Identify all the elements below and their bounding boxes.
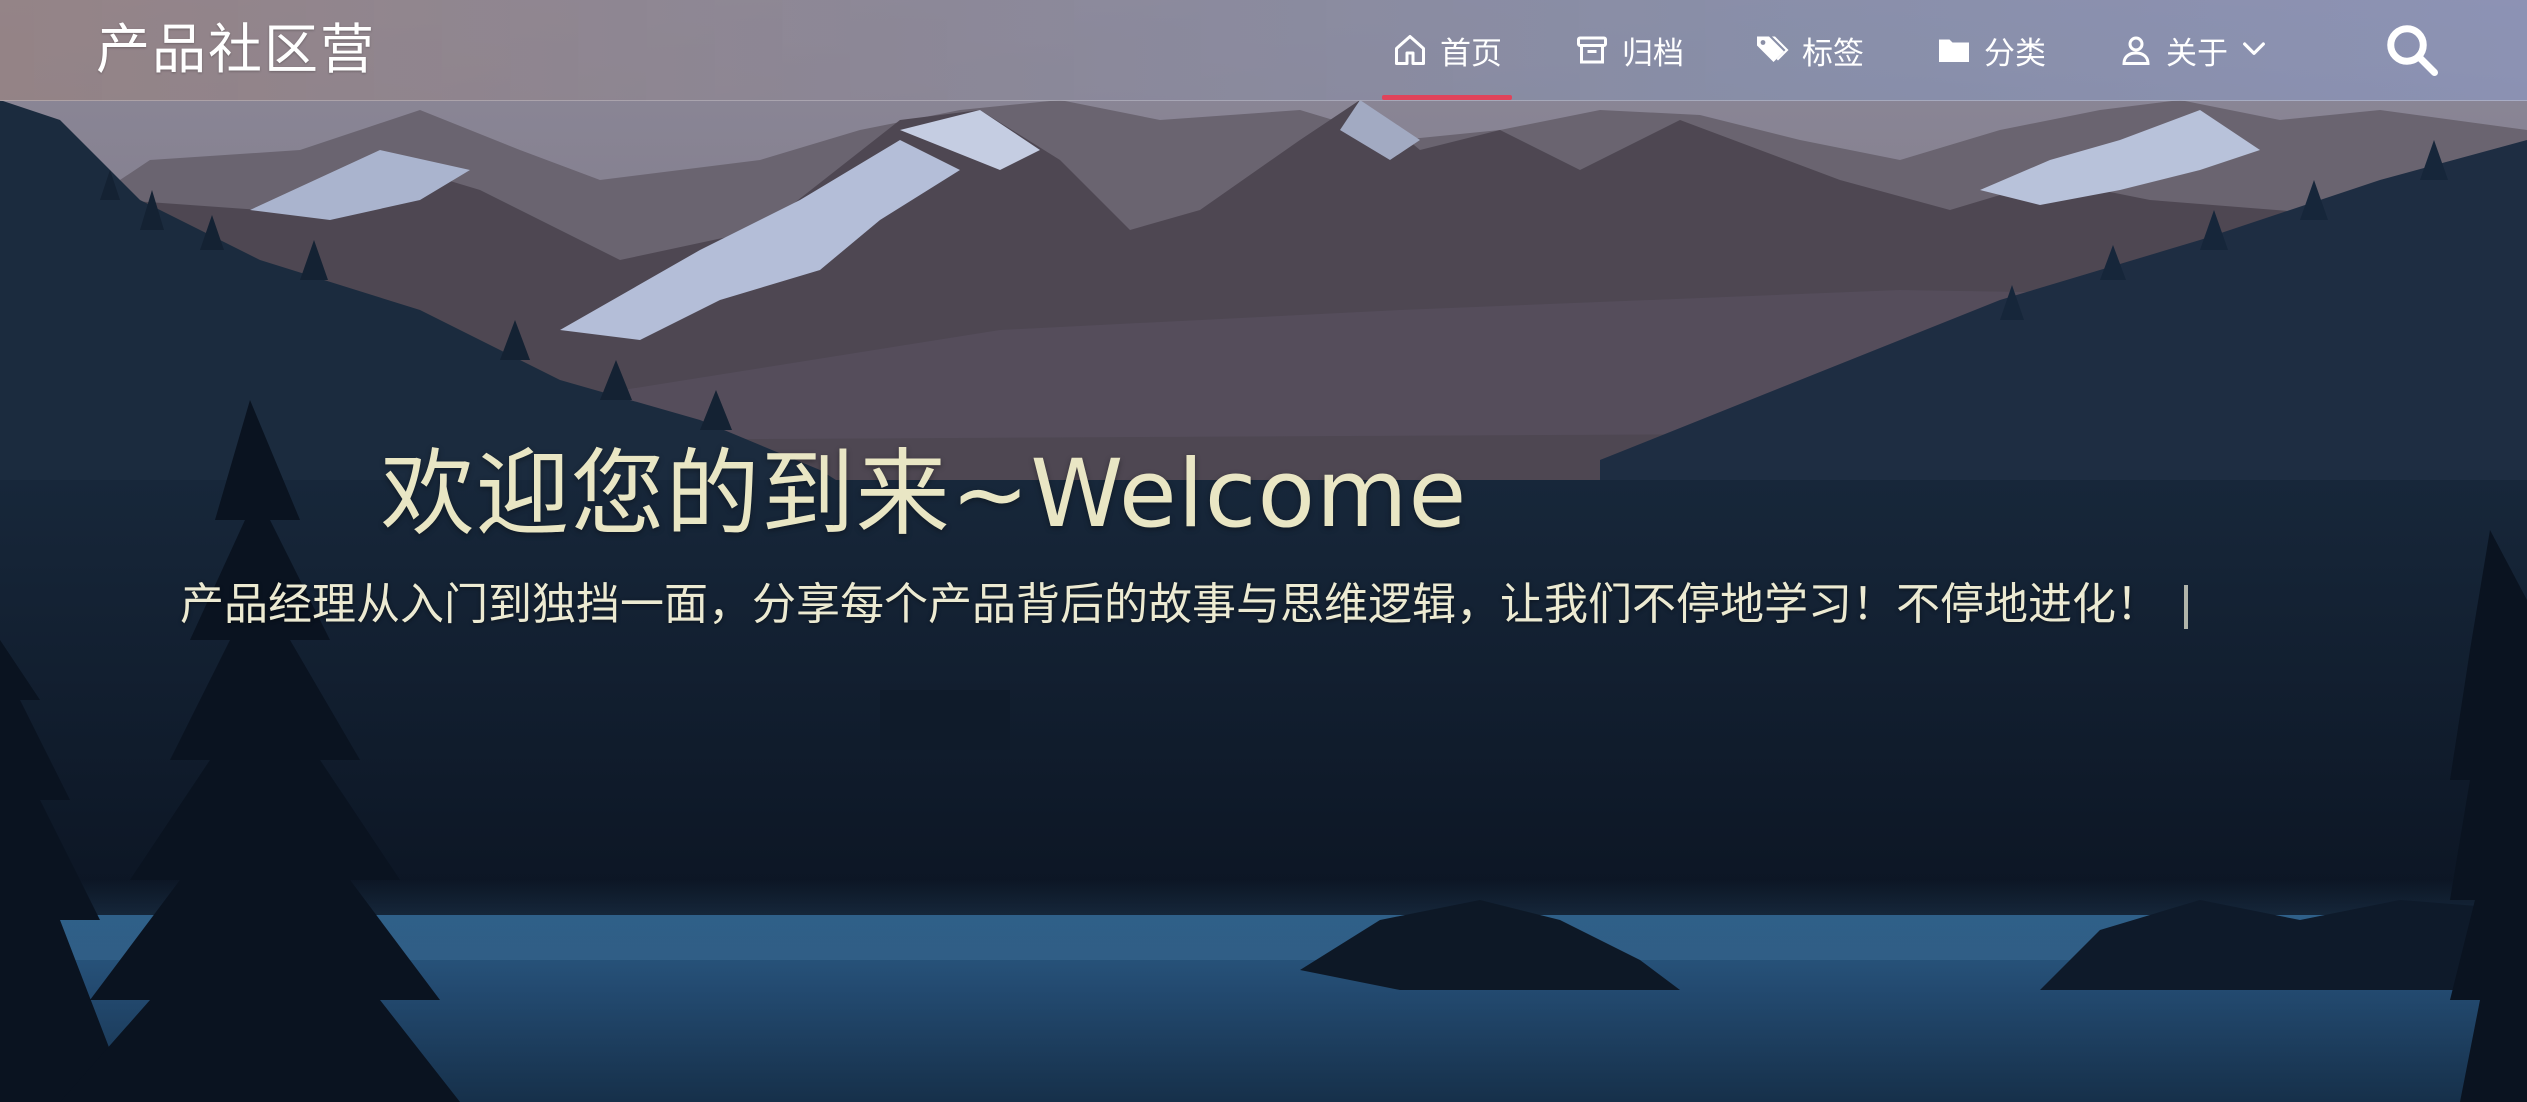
nav-label-home: 首页 <box>1440 35 1502 72</box>
nav-label-categories: 分类 <box>1984 35 2046 72</box>
search-icon <box>2382 25 2442 84</box>
archive-icon <box>1574 32 1610 68</box>
nav-item-home[interactable]: 首页 <box>1382 0 1512 100</box>
search-button[interactable] <box>2382 20 2442 80</box>
nav-item-archive[interactable]: 归档 <box>1574 0 1684 100</box>
nav-label-archive: 归档 <box>1622 35 1684 72</box>
folder-icon <box>1936 32 1972 68</box>
user-icon <box>2118 32 2154 68</box>
chevron-down-icon <box>2238 32 2274 68</box>
nav-item-about[interactable]: 关于 <box>2118 0 2274 100</box>
hero-title: 欢迎您的到来~Welcome <box>380 440 1468 549</box>
site-brand[interactable]: 产品社区营 <box>96 16 376 84</box>
hero-subtitle-wrap: 产品经理从入门到独挡一面，分享每个产品背后的故事与思维逻辑，让我们不停地学习！不… <box>180 568 2188 632</box>
nav-item-tags[interactable]: 标签 <box>1754 0 1864 100</box>
home-icon <box>1392 32 1428 68</box>
nav-item-categories[interactable]: 分类 <box>1936 0 2046 100</box>
typing-cursor <box>2184 585 2188 629</box>
hero-subtitle: 产品经理从入门到独挡一面，分享每个产品背后的故事与思维逻辑，让我们不停地学习！不… <box>180 579 2160 630</box>
nav-label-tags: 标签 <box>1802 35 1864 72</box>
nav-label-about: 关于 <box>2166 35 2228 72</box>
top-navbar: 产品社区营 首页 归档 标签 分类 关于 <box>0 0 2527 101</box>
tags-icon <box>1754 32 1790 68</box>
